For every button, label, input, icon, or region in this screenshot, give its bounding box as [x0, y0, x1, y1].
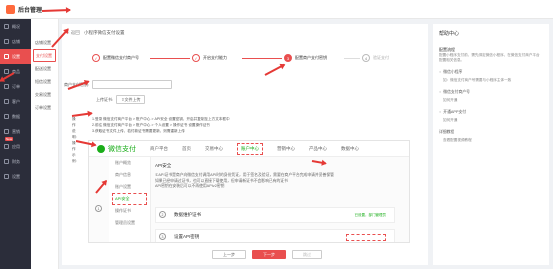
- step-marker: 3: [159, 233, 166, 240]
- step-connector: [242, 58, 282, 59]
- step-1: ✓ 配置微信支付商户号: [92, 54, 139, 62]
- wechat-menu-item: 管理员设置: [115, 220, 135, 225]
- sidebar-item-finance[interactable]: 财务: [0, 154, 31, 169]
- step-marker: 2: [159, 211, 166, 218]
- help-link-miniprogram[interactable]: ○ 微信小程序: [439, 70, 543, 75]
- wechat-cert-status: 已设置，部门管理员: [354, 212, 387, 217]
- user-icon: [4, 99, 9, 104]
- check-icon: ✓: [192, 54, 200, 62]
- wechat-nav-item: 数据中心: [341, 145, 359, 151]
- wechat-apikey-card: 设置API密钥: [155, 229, 395, 242]
- apps-icon: [4, 144, 9, 149]
- help-sub: 查看配置视频教程: [443, 138, 472, 142]
- new-badge: New: [5, 137, 14, 141]
- next-button[interactable]: 下一步: [252, 250, 286, 259]
- wechat-nav-item: 首页: [182, 145, 191, 151]
- merchant-key-input[interactable]: [92, 80, 173, 89]
- wechat-text: API密钥在安装后可以不再使用APIv2密钥: [155, 184, 225, 188]
- wechat-menu-item: 账户设置: [115, 184, 131, 189]
- sub-nav: 店铺设置 支付设置 配送设置 短信设置 交易设置 订单设置: [31, 19, 59, 269]
- instructions-body: 1.登录 微信支付商户平台 > 账户中心 > API安全 设置密钥，开启并复制至…: [92, 116, 230, 134]
- settings-icon: [4, 54, 9, 59]
- cert-upload-row: 上传证书: ⇧ 文件上传: [96, 95, 146, 104]
- help-sub: 如：微信支付商户号需要与小程序主体一致: [443, 78, 512, 82]
- wechat-content: API安全 ①API证书是商户向微信支付调用API时的身份凭证，用于签名及验证，…: [155, 163, 405, 190]
- subnav-item-order-settings[interactable]: 订单设置: [31, 101, 58, 114]
- wechat-pay-brand: 微信支付: [108, 145, 136, 153]
- sidebar: 概况 店铺 设置 商品 订单 客户 数据 营销 应用 New 财务 设置: [0, 19, 31, 269]
- top-bar: 后台管理: [0, 0, 553, 19]
- wechat-menu-api-security: API安全: [112, 193, 147, 205]
- wechat-menu-item: 商户信息: [115, 172, 131, 177]
- step-2: ✓ 开启支付能力: [192, 54, 227, 62]
- sidebar-item-customers[interactable]: 客户: [0, 94, 31, 109]
- wechat-menu-item: 操作证书: [115, 208, 131, 213]
- wechat-nav-item: 交易中心: [205, 145, 223, 151]
- home-icon: [4, 24, 9, 29]
- wechat-nav-account-center: 账户中心: [237, 142, 263, 155]
- subnav-item-delivery-settings[interactable]: 配送设置: [31, 62, 58, 75]
- wechat-pay-logo: [97, 144, 105, 153]
- instructions-label: 操作说明:: [72, 117, 77, 139]
- marketing-icon: [4, 129, 9, 134]
- wechat-section-title: API安全: [155, 163, 172, 168]
- circle-icon: ○: [439, 90, 442, 94]
- breadcrumb: ‹ 返回 小程序微信支付设置: [68, 30, 125, 36]
- help-link-app-pay[interactable]: ○ 开通APP支付: [439, 110, 543, 115]
- store-icon: [4, 39, 9, 44]
- gear-icon: [4, 174, 9, 179]
- step-4: 4 验证支付: [362, 54, 389, 62]
- help-panel: 帮助中心 配置流程 配置小程序支付前，需先绑定微信小程序，在微信支付商户平台配置…: [433, 24, 549, 265]
- example-label: 操作示例:: [72, 141, 77, 163]
- help-link-merchant[interactable]: ○ 微信支付商户号: [439, 90, 543, 95]
- sidebar-item-apps[interactable]: 应用 New: [0, 137, 31, 154]
- instruction-line: 3.获取证书文件上传，若付款证书需要更新，则需重新上传: [92, 129, 185, 133]
- wechat-cert-card: 数据维护证书 已设置，部门管理员: [155, 207, 395, 223]
- circle-icon: ○: [439, 110, 442, 114]
- cert-label: 上传证书:: [96, 96, 114, 102]
- wechat-nav-item: 营销中心: [277, 145, 295, 151]
- data-icon: [4, 114, 9, 119]
- wechat-nav-item: 商户平台: [150, 145, 168, 151]
- wechat-nav-item: 产品中心: [309, 145, 327, 151]
- subnav-item-trade-settings[interactable]: 交易设置: [31, 88, 58, 101]
- step-connector: [150, 58, 190, 59]
- circle-icon: ○: [439, 70, 442, 74]
- goods-icon: [4, 69, 9, 74]
- step-connector: [344, 58, 360, 59]
- order-icon: [4, 84, 9, 89]
- help-sub: 如何开通: [443, 98, 458, 102]
- help-text: 配置小程序支付前，需先绑定微信小程序，在微信支付商户平台配置相关信息。: [439, 53, 540, 62]
- prev-button[interactable]: 上一步: [212, 250, 246, 259]
- subnav-item-sms-settings[interactable]: 短信设置: [31, 75, 58, 88]
- stepper: ✓ 配置微信支付商户号 ✓ 开启支付能力 3 配置商户支付密钥 4 验证支付: [92, 54, 402, 66]
- footer-actions: 上一步 下一步 跳过: [212, 250, 322, 259]
- wechat-left-menu: 账户概览 商户信息 账户设置 API安全 操作证书 管理员设置: [109, 157, 151, 242]
- check-icon: ✓: [92, 54, 100, 62]
- wechat-header: 微信支付 商户平台 首页 交易中心 账户中心 营销中心 产品中心 数据中心: [89, 141, 409, 157]
- help-title: 帮助中心: [439, 31, 460, 37]
- wechat-set-key-button: [346, 233, 386, 241]
- subnav-item-payment-settings[interactable]: 支付设置: [33, 49, 56, 62]
- step-3: 3 配置商户支付密钥: [284, 54, 327, 62]
- upload-button[interactable]: ⇧ 文件上传: [116, 95, 146, 104]
- wechat-menu-item: 账户概览: [115, 160, 131, 165]
- skip-button[interactable]: 跳过: [292, 250, 322, 259]
- page-title: 小程序微信支付设置: [84, 30, 125, 35]
- help-link-tutorial[interactable]: 详细教程: [439, 130, 543, 135]
- sidebar-item-settings[interactable]: 设置: [0, 49, 31, 64]
- sidebar-item-store[interactable]: 店铺: [0, 34, 31, 49]
- finance-icon: [4, 159, 9, 164]
- sidebar-item-system[interactable]: 设置: [0, 169, 31, 184]
- sidebar-item-overview[interactable]: 概况: [0, 19, 31, 34]
- sidebar-item-data[interactable]: 数据: [0, 109, 31, 124]
- app-title: 后台管理: [18, 7, 43, 14]
- wechat-pay-example: 微信支付 商户平台 首页 交易中心 账户中心 营销中心 产品中心 数据中心 账户…: [88, 140, 410, 243]
- step-marker: 1: [95, 205, 102, 212]
- app-logo: [6, 4, 15, 14]
- help-sub: 如何开通: [443, 118, 458, 122]
